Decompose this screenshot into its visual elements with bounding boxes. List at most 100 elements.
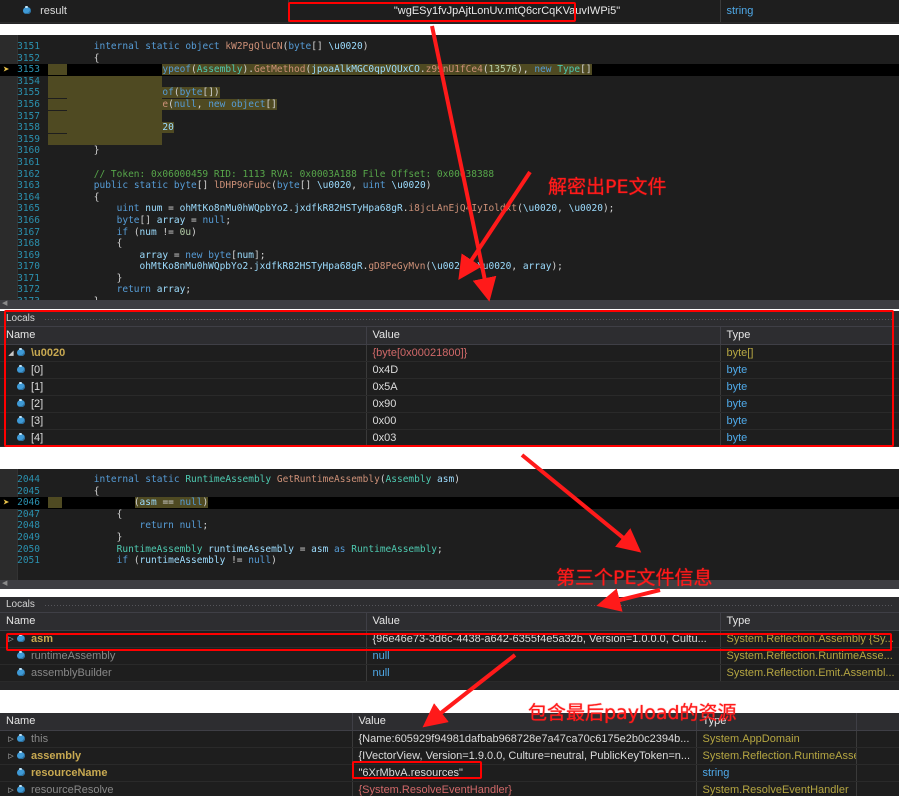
chevron-down-icon[interactable]: ◢ xyxy=(6,349,16,357)
bulb-icon xyxy=(16,416,27,425)
local-value-cell[interactable]: 0x00 xyxy=(366,412,721,430)
local-spacer-cell xyxy=(856,747,899,765)
code-line[interactable]: 3165 uint num = ohMtKo8nMu0hWQpbYo2.jxdf… xyxy=(0,203,899,215)
line-number: 3167 xyxy=(17,226,40,238)
code-line[interactable]: 3166 byte[] array = null; xyxy=(0,215,899,227)
code-line[interactable]: 2049 } xyxy=(0,532,899,544)
line-code: RuntimeAssembly runtimeAssembly = asm as… xyxy=(116,543,443,555)
code-editor-mid[interactable]: 2044 internal static RuntimeAssembly Get… xyxy=(0,469,899,580)
locals-grid-3: Name Value Type ▷ this {Name:605929f94981d… xyxy=(0,713,899,796)
column-header-type[interactable]: Type xyxy=(720,327,899,345)
column-header-type[interactable]: Type xyxy=(720,613,899,631)
code-line[interactable]: 2047 { xyxy=(0,509,899,521)
panel-grip-icon[interactable] xyxy=(44,604,893,608)
table-row[interactable]: [4] 0x03 byte xyxy=(0,429,899,447)
local-value: {System.ResolveEventHandler} xyxy=(358,783,512,796)
local-name-cell[interactable]: [1] xyxy=(0,378,367,396)
local-value-cell[interactable]: 0x03 xyxy=(366,429,721,447)
table-row[interactable]: [0] 0x4D byte xyxy=(0,361,899,379)
local-name: \u0020 xyxy=(31,346,66,359)
horizontal-scrollbar-mid[interactable] xyxy=(0,579,899,589)
local-name-cell[interactable]: runtimeAssembly xyxy=(0,647,367,665)
table-row[interactable]: ▷ resourceResolve {System.ResolveEventHand… xyxy=(0,781,899,796)
table-row[interactable]: [2] 0x90 byte xyxy=(0,395,899,413)
local-value: null xyxy=(372,666,390,679)
table-row[interactable]: ◢ \u0020 {byte[0x00021800]} byte[] xyxy=(0,344,899,362)
local-name-cell[interactable]: [4] xyxy=(0,429,367,447)
watch-row-value-cell[interactable]: "wgESy1fvJpAjtLonUv.mtQ6crCqKVauvIWPi5" xyxy=(288,0,721,23)
code-line[interactable]: 3164 { xyxy=(0,192,899,204)
local-value-cell[interactable]: "6XrMbvA.resources" xyxy=(352,764,697,782)
chevron-right-icon[interactable]: ▷ xyxy=(6,752,16,760)
table-row[interactable]: result "wgESy1fvJpAjtLonUv.mtQ6crCqKVauv… xyxy=(0,0,899,23)
code-line[interactable]: 3152 { xyxy=(0,53,899,65)
local-value-cell[interactable]: 0x90 xyxy=(366,395,721,413)
bulb-icon xyxy=(22,6,33,15)
local-name-cell[interactable]: assemblyBuilder xyxy=(0,664,367,682)
table-row[interactable]: runtimeAssembly null System.Reflection.Run… xyxy=(0,647,899,665)
code-line[interactable]: 3168 { xyxy=(0,238,899,250)
table-row[interactable]: ▷ assembly {IVectorView, Version=1.9.0.0, … xyxy=(0,747,899,765)
local-value-cell[interactable]: null xyxy=(366,647,721,665)
code-line[interactable]: 2045 { xyxy=(0,486,899,498)
local-name: [2] xyxy=(31,397,44,410)
column-header-name[interactable]: Name xyxy=(0,713,353,731)
table-row[interactable]: [1] 0x5A byte xyxy=(0,378,899,396)
local-name-cell[interactable]: [2] xyxy=(0,395,367,413)
watch-row-name-cell[interactable]: result xyxy=(0,0,289,23)
panel-grip-icon[interactable] xyxy=(44,318,893,322)
local-value-cell[interactable]: {Name:605929f94981dafbab968728e7a47ca70c… xyxy=(352,730,697,748)
code-line[interactable]: 2048 return null; xyxy=(0,520,899,532)
code-editor-top[interactable]: 3151 internal static object kW2PgQluCN(b… xyxy=(0,35,899,300)
code-line[interactable]: 3172 return array; xyxy=(0,284,899,296)
local-name-cell[interactable]: ▷ this xyxy=(0,730,353,748)
code-line[interactable]: 3161 xyxy=(0,157,899,169)
column-header-value[interactable]: Value xyxy=(366,327,721,345)
code-line[interactable]: 3151 internal static object kW2PgQluCN(b… xyxy=(0,41,899,53)
watch-row-name: result xyxy=(40,4,67,17)
local-value-cell[interactable]: 0x5A xyxy=(366,378,721,396)
local-value-cell[interactable]: {byte[0x00021800]} xyxy=(366,344,721,362)
code-line[interactable]: 3163 public static byte[] lDHP9oFubc(byt… xyxy=(0,180,899,192)
annotation-decrypt-pe: 解密出PE文件 xyxy=(548,176,667,198)
code-line[interactable]: 3162 // Token: 0x06000459 RID: 1113 RVA:… xyxy=(0,169,899,181)
local-value-cell[interactable]: 0x4D xyxy=(366,361,721,379)
horizontal-scrollbar-top[interactable] xyxy=(0,299,899,309)
gap-divider-1 xyxy=(0,24,899,35)
table-row[interactable]: [3] 0x00 byte xyxy=(0,412,899,430)
local-value-cell[interactable]: {System.ResolveEventHandler} xyxy=(352,781,697,796)
selection-block xyxy=(67,75,162,146)
local-type-cell: System.ResolveEventHandler xyxy=(696,781,857,796)
bulb-icon xyxy=(16,382,27,391)
code-line[interactable]: 2051 if (runtimeAssembly != null) xyxy=(0,555,899,567)
table-row[interactable]: ▷ this {Name:605929f94981dafbab968728e7a47… xyxy=(0,730,899,748)
local-name-cell[interactable]: [0] xyxy=(0,361,367,379)
local-value-cell[interactable]: null xyxy=(366,664,721,682)
column-header-value[interactable]: Value xyxy=(366,613,721,631)
local-name-cell[interactable]: resourceName xyxy=(0,764,353,782)
table-row[interactable]: assemblyBuilder null System.Reflection.Emi… xyxy=(0,664,899,682)
chevron-right-icon[interactable]: ▷ xyxy=(6,786,16,794)
code-line[interactable]: 3170 ohMtKo8nMu0hWQpbYo2.jxdfkR82HSTyHpa… xyxy=(0,261,899,273)
local-name-cell[interactable]: ▷ resourceResolve xyxy=(0,781,353,796)
code-line[interactable]: 3160 } xyxy=(0,145,899,157)
column-header-name[interactable]: Name xyxy=(0,327,367,345)
local-name-cell[interactable]: ◢ \u0020 xyxy=(0,344,367,362)
table-row[interactable]: resourceName "6XrMbvA.resources" string xyxy=(0,764,899,782)
local-value-cell[interactable]: {IVectorView, Version=1.9.0.0, Culture=n… xyxy=(352,747,697,765)
local-name-cell[interactable]: [3] xyxy=(0,412,367,430)
chevron-right-icon[interactable]: ▷ xyxy=(6,635,16,643)
local-name-cell[interactable]: ▷ asm xyxy=(0,630,367,648)
local-type: System.Reflection.RuntimeAsse... xyxy=(702,749,856,762)
code-line[interactable]: 3167 if (num != 0u) xyxy=(0,227,899,239)
code-line[interactable]: 3169 array = new byte[num]; xyxy=(0,250,899,262)
table-row[interactable]: ▷ asm {96e46e73-3d6c-4438-a642-6355f4e5a32… xyxy=(0,630,899,648)
code-line[interactable]: 3171 } xyxy=(0,273,899,285)
column-header-name[interactable]: Name xyxy=(0,613,367,631)
code-line[interactable]: 2044 internal static RuntimeAssembly Get… xyxy=(0,474,899,486)
local-value-cell[interactable]: {96e46e73-3d6c-4438-a642-6355f4e5a32b, V… xyxy=(366,630,721,648)
code-line[interactable]: 2050 RuntimeAssembly runtimeAssembly = a… xyxy=(0,544,899,556)
local-name: assemblyBuilder xyxy=(31,666,112,679)
chevron-right-icon[interactable]: ▷ xyxy=(6,735,16,743)
local-name-cell[interactable]: ▷ assembly xyxy=(0,747,353,765)
